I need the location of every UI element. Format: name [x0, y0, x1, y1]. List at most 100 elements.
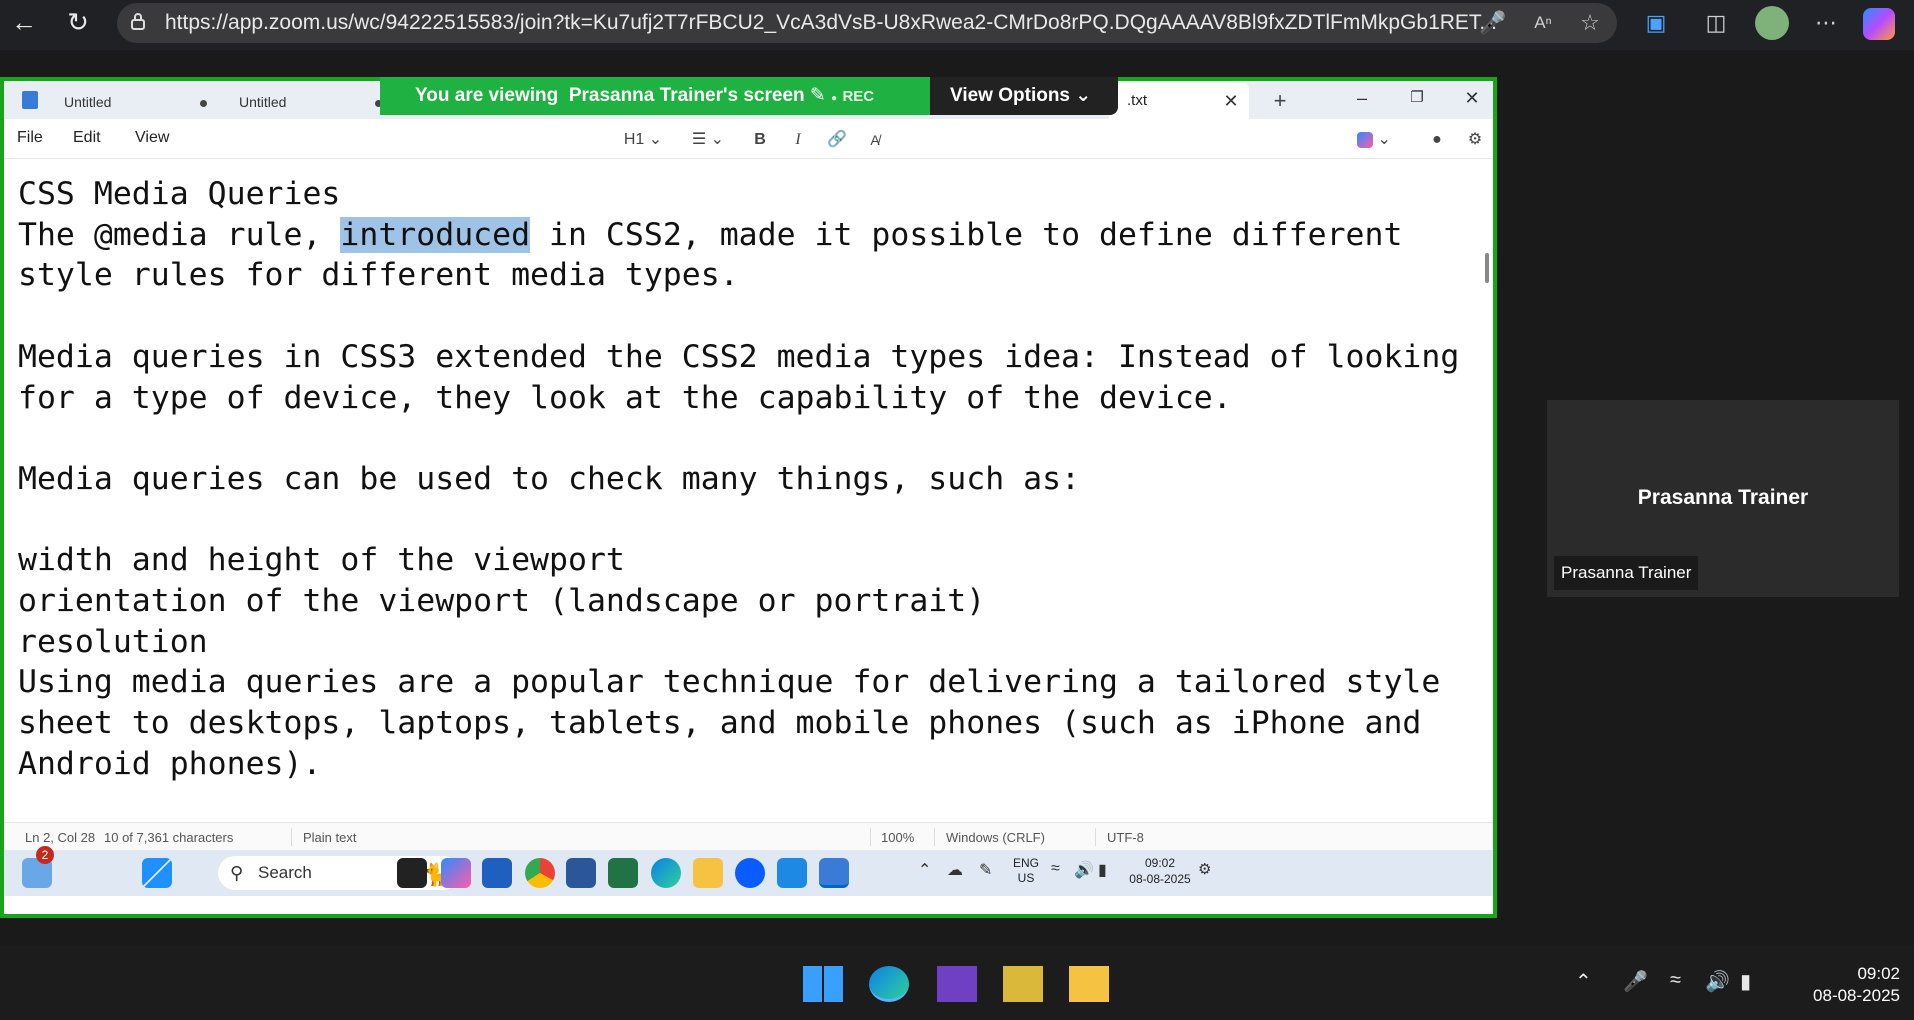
menu-view[interactable]: View — [135, 129, 169, 147]
system-clock[interactable]: 09:02 08-08-2025 — [1790, 963, 1900, 1007]
volume-icon[interactable]: 🔊 — [1074, 860, 1094, 880]
vscode-icon[interactable] — [777, 858, 807, 888]
notepad-app-icon[interactable] — [819, 858, 849, 888]
favorite-star-icon[interactable]: ☆ — [1574, 7, 1606, 39]
back-icon[interactable]: ← — [8, 6, 40, 38]
windows-start-icon[interactable] — [142, 858, 172, 888]
text-editor[interactable]: CSS Media Queries The @media rule, introd… — [4, 160, 1474, 832]
pencil-annotate-icon[interactable]: ✎ — [810, 85, 826, 106]
onedrive-icon[interactable]: ☁ — [947, 860, 963, 880]
zoom-app-icon[interactable] — [735, 858, 765, 888]
scrollbar-thumb[interactable] — [1485, 253, 1489, 283]
link-icon[interactable]: 🔗 — [824, 128, 850, 152]
more-menu-icon[interactable]: ⋯ — [1810, 7, 1842, 39]
url-text: https://app.zoom.us/wc/94222515583/join?… — [165, 11, 1497, 34]
file-explorer-icon[interactable] — [1069, 966, 1109, 1002]
window-close-icon[interactable]: ✕ — [1447, 83, 1493, 113]
visual-studio-icon[interactable] — [937, 966, 977, 1002]
minimize-icon[interactable]: – — [1337, 83, 1387, 113]
edge-icon[interactable] — [651, 858, 681, 888]
chrome-icon[interactable] — [525, 858, 555, 888]
volume-icon[interactable]: 🔊 — [1705, 969, 1730, 994]
italic-icon[interactable]: I — [786, 128, 810, 152]
status-divider — [291, 828, 292, 846]
shared-screen: Untitled Untitled .txt ✕ + – ❐ ✕ File Ed… — [0, 77, 1497, 918]
character-count: 10 of 7,361 characters — [104, 830, 234, 845]
editor-line: style rules for different media types. — [18, 257, 739, 294]
copilot-icon[interactable] — [1863, 8, 1895, 40]
battery-icon[interactable]: ▮ — [1740, 969, 1751, 994]
read-aloud-icon[interactable]: Aⁿ — [1527, 7, 1559, 39]
extension-icon[interactable]: ▣ — [1640, 7, 1672, 39]
tab-untitled-2[interactable]: Untitled — [179, 85, 404, 119]
store-icon[interactable] — [482, 858, 512, 888]
add-tab-icon[interactable]: + — [1262, 85, 1298, 117]
chevron-up-icon[interactable]: ⌃ — [918, 860, 931, 880]
os-taskbar: ⌃ 🎤 ≈ 🔊 ▮ 09:02 08-08-2025 — [0, 945, 1914, 1020]
browser-toolbar: ← ↻ https://app.zoom.us/wc/94222515583/j… — [0, 0, 1914, 50]
bold-icon[interactable]: B — [748, 128, 772, 152]
wifi-icon[interactable]: ≈ — [1051, 860, 1060, 878]
pen-icon[interactable]: ✎ — [979, 860, 992, 880]
zoom-level[interactable]: 100% — [881, 830, 914, 845]
edge-browser-icon[interactable] — [869, 966, 909, 1002]
rec-dot-icon: ● — [831, 93, 838, 104]
notification-bell-icon[interactable]: ⚙ — [1198, 860, 1211, 878]
heading-select[interactable]: H1 ⌄ — [620, 128, 666, 152]
account-icon[interactable]: ● — [1424, 128, 1450, 152]
language-indicator[interactable]: ENG US — [1012, 856, 1040, 886]
editor-line: CSS Media Queries — [18, 176, 341, 212]
refresh-icon[interactable]: ↻ — [62, 6, 94, 38]
close-tab-icon[interactable]: ✕ — [1219, 83, 1243, 119]
microphone-icon[interactable]: 🎤 — [1477, 7, 1509, 39]
chevron-down-icon: ⌄ — [1075, 85, 1092, 106]
encoding[interactable]: UTF-8 — [1107, 830, 1144, 845]
participant-label: Prasanna Trainer — [1554, 556, 1699, 590]
battery-icon[interactable]: ▮ — [1098, 860, 1107, 880]
editor-line: resolution — [18, 623, 208, 660]
lock-icon[interactable] — [130, 12, 146, 30]
list-icon[interactable]: ☰ ⌄ — [686, 128, 730, 152]
clear-format-icon[interactable]: A̸ — [862, 128, 888, 152]
task-view-icon[interactable] — [397, 858, 427, 888]
wifi-icon[interactable]: ≈ — [1670, 969, 1681, 992]
editor-line: Android phones). — [18, 745, 322, 782]
editor-line: The @media rule, introduced in CSS2, mad… — [18, 216, 1403, 253]
participant-name: Prasanna Trainer — [1637, 486, 1809, 509]
restore-icon[interactable]: ❐ — [1392, 83, 1442, 113]
word-icon[interactable] — [566, 858, 596, 888]
status-divider — [870, 828, 871, 846]
line-ending[interactable]: Windows (CRLF) — [946, 830, 1045, 845]
chevron-up-icon[interactable]: ⌃ — [1575, 969, 1592, 994]
participant-video-tile[interactable]: Prasanna Trainer Prasanna Trainer — [1547, 400, 1899, 597]
editor-content[interactable]: CSS Media Queries The @media rule, introd… — [18, 174, 1468, 785]
copilot-app-icon[interactable] — [441, 858, 471, 888]
windows-start-icon[interactable] — [803, 966, 843, 1002]
file-explorer-icon[interactable] — [693, 858, 723, 888]
menu-file[interactable]: File — [17, 129, 43, 147]
editor-line: orientation of the viewport (landscape o… — [18, 583, 986, 620]
snipping-tool-icon[interactable] — [1003, 966, 1043, 1002]
editor-line: for a type of device, they look at the c… — [18, 379, 1232, 416]
address-bar[interactable]: https://app.zoom.us/wc/94222515583/join?… — [117, 3, 1617, 43]
notification-badge: 2 — [36, 846, 54, 864]
status-bar: Ln 2, Col 28 10 of 7,361 characters Plai… — [4, 822, 1493, 850]
menu-edit[interactable]: Edit — [73, 129, 101, 147]
copilot-menu-icon[interactable]: ⌄ — [1354, 128, 1394, 152]
profile-avatar[interactable] — [1755, 6, 1789, 40]
split-screen-icon[interactable]: ◫ — [1700, 7, 1732, 39]
microphone-icon[interactable]: 🎤 — [1623, 969, 1648, 994]
settings-gear-icon[interactable]: ⚙ — [1462, 128, 1488, 152]
selected-text: introduced — [340, 216, 531, 253]
inner-clock[interactable]: 09:02 08-08-2025 — [1127, 855, 1193, 887]
editor-line: sheet to desktops, laptops, tablets, and… — [18, 705, 1422, 742]
cursor-position: Ln 2, Col 28 — [25, 830, 96, 845]
rec-label: REC — [842, 88, 875, 105]
view-options-button[interactable]: View Options ⌄ — [930, 77, 1118, 115]
search-icon: ⚲ — [230, 863, 244, 883]
text-format[interactable]: Plain text — [303, 830, 356, 845]
excel-icon[interactable] — [608, 858, 638, 888]
shared-taskbar: 2 ⚲ Search 🐈 ⌃ ☁ ✎ ENG US ≈ 🔊 ▮ 09:02 08-0… — [4, 846, 1493, 896]
